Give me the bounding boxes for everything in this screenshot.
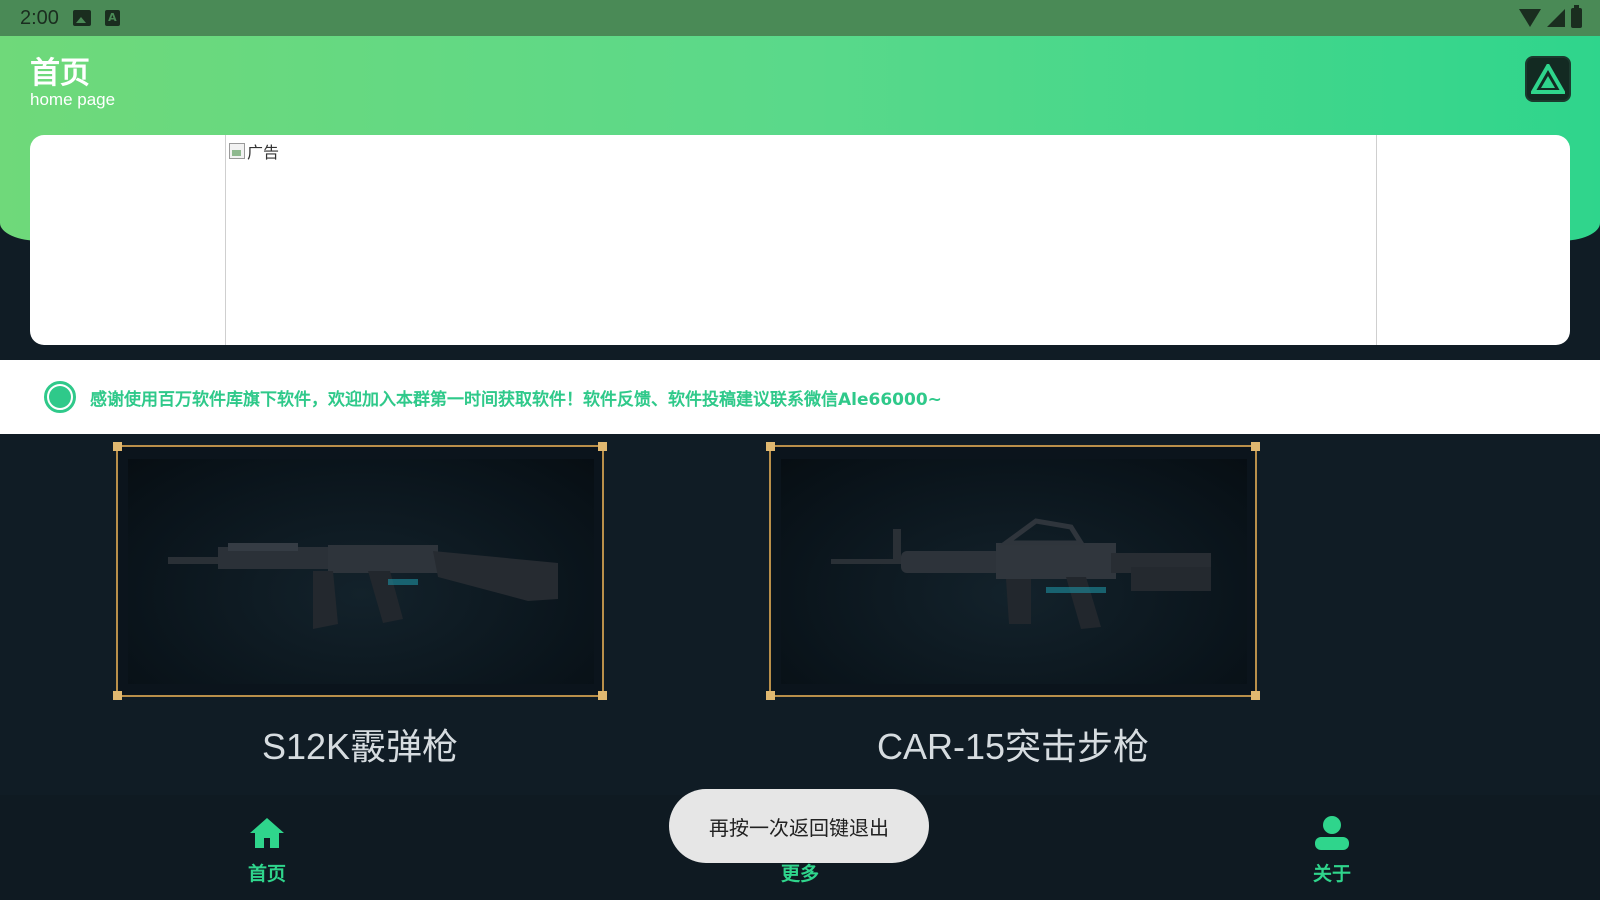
weapon-card-frame [116,445,604,697]
corner-decoration [1251,442,1260,451]
ad-image-placeholder: 广告 [229,139,279,163]
corner-decoration [598,442,607,451]
broken-image-icon [229,143,245,159]
corner-decoration [766,442,775,451]
status-bar-left: 2:00 A [20,7,120,30]
weapon-image-shotgun [128,459,594,684]
notice-bar: 感谢使用百万软件库旗下软件，欢迎加入本群第一时间获取软件！软件反馈、软件投稿建议… [0,360,1600,434]
nav-item-about[interactable]: 关于 [1272,813,1392,893]
weapon-name-car15[interactable]: CAR-15突击步枪 [769,718,1257,770]
user-icon [1312,813,1352,853]
weapon-card-car15[interactable] [766,442,1260,700]
notice-dot-icon [44,381,76,413]
image-icon [72,10,91,26]
battery-icon [1571,5,1582,28]
notice-text: 感谢使用百万软件库旗下软件，欢迎加入本群第一时间获取软件！软件反馈、软件投稿建议… [90,389,942,410]
ad-banner[interactable]: 广告 [30,135,1570,345]
page-title: 首页 [30,56,90,91]
status-bar: 2:00 A [0,0,1600,36]
status-time: 2:00 [20,6,59,29]
weapon-name-s12k[interactable]: S12K霰弹枪 [116,718,604,770]
weapon-image-rifle [781,459,1247,684]
corner-decoration [1251,691,1260,700]
status-bar-right [1519,5,1582,28]
nav-label-about: 关于 [1312,863,1351,885]
wifi-icon [1519,9,1541,27]
home-icon [247,813,287,853]
corner-decoration [766,691,775,700]
nav-item-home[interactable]: 首页 [207,813,327,893]
corner-decoration [113,442,122,451]
nav-label-home: 首页 [247,863,286,885]
exit-toast: 再按一次返回键退出 [669,789,929,863]
corner-decoration [113,691,122,700]
nav-label-more: 更多 [780,863,819,885]
weapon-card-s12k[interactable] [113,442,607,700]
a-badge-icon: A [104,10,120,26]
corner-decoration [598,691,607,700]
page-subtitle: home page [30,90,116,109]
signal-icon [1547,9,1565,27]
weapon-card-frame [769,445,1257,697]
ad-alt-text: 广告 [247,143,280,162]
ad-frame[interactable]: 广告 [225,135,1377,345]
app-logo-triangle-icon[interactable] [1525,56,1571,102]
